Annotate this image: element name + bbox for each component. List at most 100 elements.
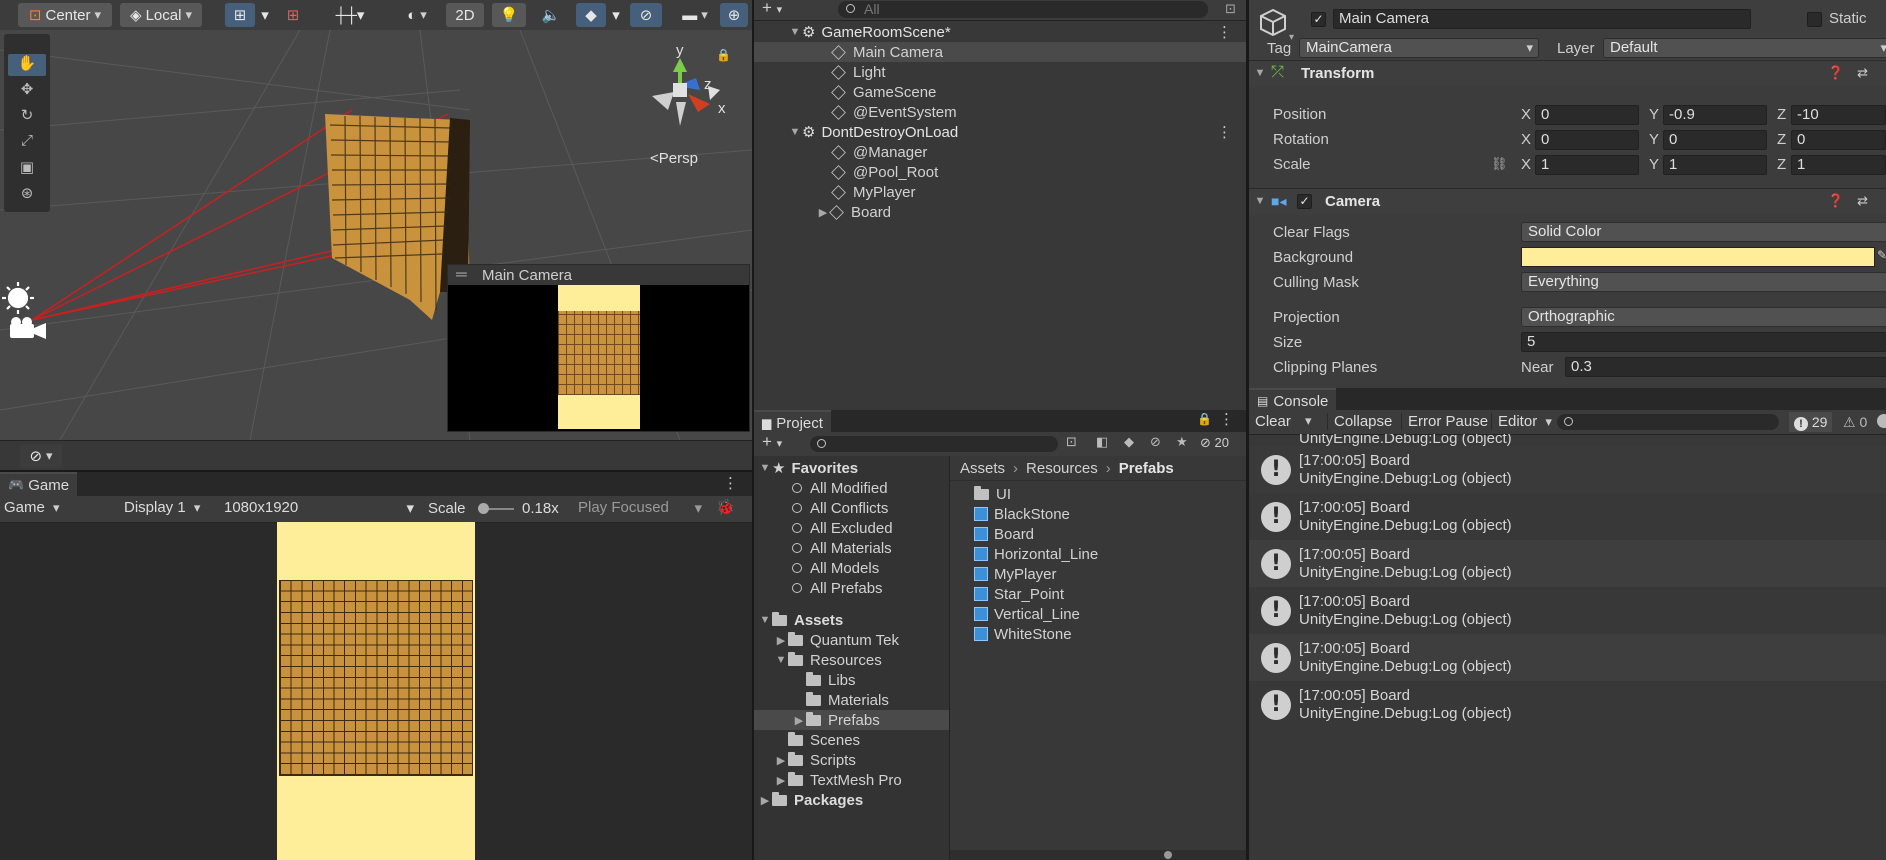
assets-header[interactable]: ▼ Assets xyxy=(754,610,949,630)
asset-item[interactable]: UI xyxy=(950,484,1246,504)
hierarchy-item[interactable]: @EventSystem xyxy=(754,102,1246,122)
hand-tool-icon[interactable]: ✋ xyxy=(8,54,46,76)
console-entry[interactable]: ! [17:00:05] Board UnityEngine.Debug:Log… xyxy=(1249,634,1886,681)
projection-dropdown[interactable]: Orthographic xyxy=(1521,307,1886,327)
tree-folder[interactable]: ▶ Scripts xyxy=(754,750,949,770)
gizmos-toggle[interactable]: ⊕ xyxy=(720,3,748,27)
warning-count-toggle[interactable]: ⚠ 0 xyxy=(1839,412,1871,432)
asset-item[interactable]: MyPlayer xyxy=(950,564,1246,584)
transform-tool-icon[interactable]: ⊛ xyxy=(8,184,46,206)
help-icon[interactable]: ❓ xyxy=(1828,193,1844,209)
hierarchy-item[interactable]: MyPlayer xyxy=(754,182,1246,202)
scale-x-field[interactable]: 1 xyxy=(1535,155,1639,175)
tree-folder[interactable]: Scenes xyxy=(754,730,949,750)
tree-folder[interactable]: ▶ TextMesh Pro xyxy=(754,770,949,790)
culling-mask-dropdown[interactable]: Everything xyxy=(1521,272,1886,292)
lighting-toggle[interactable]: 💡 xyxy=(492,3,526,27)
2d-toggle[interactable]: 2D xyxy=(446,3,484,27)
rotate-tool-icon[interactable]: ↻ xyxy=(8,106,46,128)
search-by-type-icon[interactable]: ⊡ xyxy=(1225,1,1236,17)
size-field[interactable]: 5 xyxy=(1521,332,1886,352)
object-name-field[interactable]: Main Camera xyxy=(1333,9,1751,29)
rotation-y-field[interactable]: 0 xyxy=(1663,130,1767,150)
resolution-select[interactable]: 1080x1920 ▾ xyxy=(224,499,416,517)
constrain-proportions-icon[interactable]: ⛓ xyxy=(1491,156,1508,172)
filter-type-icon[interactable]: ◧ xyxy=(1096,434,1108,450)
background-color-swatch[interactable] xyxy=(1521,247,1875,267)
hierarchy-item[interactable]: Main Camera xyxy=(754,42,1246,62)
favorites-header[interactable]: ▼ ★ Favorites xyxy=(754,458,949,478)
hidden-objects-toggle[interactable]: ⊘ xyxy=(630,3,662,27)
camera-header[interactable]: ▼ ■◂ ✓ Camera ❓ ⇄ xyxy=(1249,188,1886,215)
display-select[interactable]: Display 1 xyxy=(124,499,220,516)
error-pause-button[interactable]: Error Pause xyxy=(1401,413,1488,430)
hierarchy-add-button[interactable]: + ▾ xyxy=(762,0,782,18)
rotation-x-field[interactable]: 0 xyxy=(1535,130,1639,150)
tree-folder[interactable]: ▶ Prefabs xyxy=(754,710,949,730)
packages-header[interactable]: ▶ Packages xyxy=(754,790,949,810)
ruler-button[interactable]: ┼┼▾ xyxy=(328,3,372,27)
position-x-field[interactable]: 0 xyxy=(1535,105,1639,125)
settings-icon[interactable]: ⇄ xyxy=(1857,65,1868,81)
editor-dropdown[interactable]: Editor xyxy=(1491,413,1552,430)
console-tab[interactable]: ▤ Console xyxy=(1249,388,1337,412)
clear-flags-dropdown[interactable]: Solid Color xyxy=(1521,222,1886,242)
game-view-select[interactable]: Game xyxy=(4,499,110,516)
tree-folder[interactable]: Materials xyxy=(754,690,949,710)
tree-folder[interactable]: Libs xyxy=(754,670,949,690)
move-tool-icon[interactable]: ✥ xyxy=(8,80,46,102)
favorite-item[interactable]: All Prefabs xyxy=(754,578,949,598)
play-mode-select[interactable]: Play Focused ▾ xyxy=(578,499,704,517)
hierarchy-item[interactable]: Light xyxy=(754,62,1246,82)
hierarchy-item[interactable]: @Manager xyxy=(754,142,1246,162)
scene-menu-icon[interactable]: ⋮ xyxy=(1217,23,1232,41)
game-more-icon[interactable]: ⋮ xyxy=(723,474,738,492)
scene-menu-icon[interactable]: ⋮ xyxy=(1217,123,1232,141)
console-entry[interactable]: ! [17:00:05] Board UnityEngine.Debug:Log… xyxy=(1249,540,1886,587)
hierarchy-scene[interactable]: ▼ ⚙ DontDestroyOnLoad ⋮ xyxy=(754,122,1246,142)
hierarchy-scene[interactable]: ▼ ⚙ GameRoomScene* ⋮ xyxy=(754,22,1246,42)
favorite-item[interactable]: All Models xyxy=(754,558,949,578)
search-filter-icon[interactable]: ⊡ xyxy=(1066,434,1077,450)
increment-snap-button[interactable]: ⊞ xyxy=(278,3,308,27)
pivot-dropdown[interactable]: ⊡ Center xyxy=(18,3,112,27)
favorite-item[interactable]: All Conflicts xyxy=(754,498,949,518)
clear-button[interactable]: Clear xyxy=(1255,413,1291,430)
rect-tool-icon[interactable]: ▣ xyxy=(8,158,46,180)
hierarchy-item[interactable]: ▶ Board xyxy=(754,202,1246,222)
error-count-toggle[interactable] xyxy=(1877,414,1886,428)
collapse-button[interactable]: Collapse xyxy=(1327,413,1392,430)
transform-header[interactable]: ▼ ⤱ Transform ❓ ⇄ xyxy=(1249,60,1886,87)
perspective-label[interactable]: <Persp xyxy=(650,150,698,167)
clear-options-dropdown[interactable]: ▾ xyxy=(1305,413,1312,429)
favorite-item[interactable]: All Materials xyxy=(754,538,949,558)
console-entry[interactable]: ! [17:00:05] Board UnityEngine.Debug:Log… xyxy=(1249,493,1886,540)
project-search[interactable] xyxy=(810,436,1058,452)
rotation-z-field[interactable]: 0 xyxy=(1791,130,1886,150)
game-tab[interactable]: 🎮 Game xyxy=(0,472,78,496)
bug-icon[interactable]: 🐞 xyxy=(716,498,735,516)
asset-item[interactable]: Star_Point xyxy=(950,584,1246,604)
overlay-menu[interactable]: ⊘ xyxy=(20,444,62,468)
log-count-toggle[interactable]: ! 29 xyxy=(1789,412,1833,432)
favorite-star-icon[interactable]: ★ xyxy=(1176,434,1188,450)
eyedropper-icon[interactable]: ✎ xyxy=(1877,248,1886,262)
tree-folder[interactable]: ▼ Resources xyxy=(754,650,949,670)
project-tab[interactable]: ▆ Project xyxy=(754,410,831,434)
asset-item[interactable]: WhiteStone xyxy=(950,624,1246,644)
icon-size-slider[interactable] xyxy=(950,850,1246,860)
static-checkbox[interactable] xyxy=(1807,12,1822,27)
favorite-item[interactable]: All Modified xyxy=(754,478,949,498)
near-field[interactable]: 0.3 xyxy=(1565,357,1886,377)
help-icon[interactable]: ❓ xyxy=(1828,65,1844,81)
lock-icon[interactable]: 🔒 xyxy=(1197,412,1212,426)
position-z-field[interactable]: -10 xyxy=(1791,105,1886,125)
console-entry[interactable]: ! [17:00:05] Board UnityEngine.Debug:Log… xyxy=(1249,446,1886,493)
tag-dropdown[interactable]: MainCamera xyxy=(1299,38,1539,58)
filter-warning-icon[interactable]: ⊘ xyxy=(1150,434,1161,450)
space-dropdown[interactable]: ◈ Local xyxy=(120,3,202,27)
project-more-icon[interactable]: ⋮ xyxy=(1219,410,1234,428)
hierarchy-search[interactable]: All xyxy=(838,1,1208,18)
grid-snap-menu[interactable]: ▾ xyxy=(256,3,274,27)
scale-z-field[interactable]: 1 xyxy=(1791,155,1886,175)
